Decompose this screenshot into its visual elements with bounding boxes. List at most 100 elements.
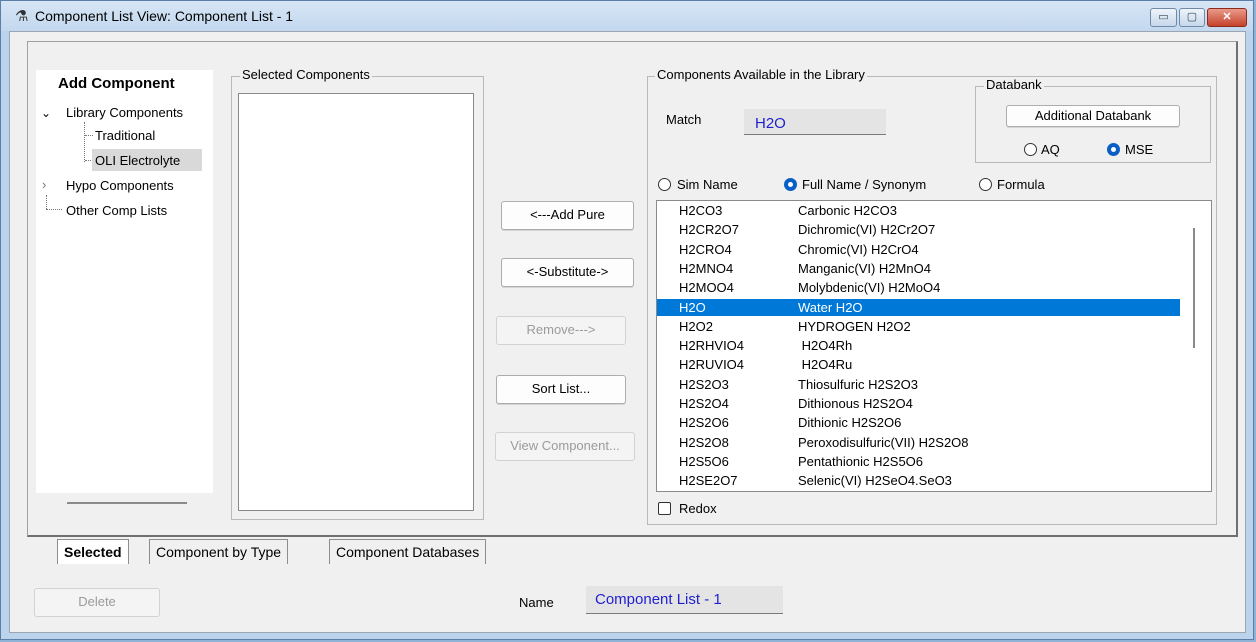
tree-connector bbox=[46, 209, 62, 210]
component-sim-name: H2S2O6 bbox=[679, 415, 729, 431]
formula-radio[interactable] bbox=[979, 178, 992, 191]
sim-name-radio-label: Sim Name bbox=[677, 177, 738, 192]
component-full-name: Dithionic H2S2O6 bbox=[798, 415, 902, 431]
formula-radio-label: Formula bbox=[997, 177, 1045, 192]
list-item[interactable]: H2S5O6 Pentathionic H2S5O6 bbox=[657, 453, 1180, 470]
full-name-radio[interactable] bbox=[784, 178, 797, 191]
maximize-button[interactable]: ▢ bbox=[1179, 8, 1205, 27]
component-sim-name: H2O bbox=[679, 299, 706, 315]
list-item[interactable]: H2MOO4 Molybdenic(VI) H2MoO4 bbox=[657, 279, 1180, 296]
add-pure-button[interactable]: <---Add Pure bbox=[501, 201, 634, 230]
redox-checkbox[interactable] bbox=[658, 502, 671, 515]
component-full-name: H2O4Ru bbox=[798, 357, 853, 373]
hypo-components-chevron-right-icon[interactable]: › bbox=[42, 177, 46, 192]
match-field[interactable]: H2O bbox=[744, 109, 886, 135]
component-full-name: HYDROGEN H2O2 bbox=[798, 318, 911, 334]
view-component-button[interactable]: View Component... bbox=[495, 432, 635, 461]
substitute-button[interactable]: <-Substitute-> bbox=[501, 258, 634, 287]
title-bar[interactable]: ⚗ Component List View: Component List - … bbox=[1, 1, 1253, 31]
list-item[interactable]: H2SE2O7 Selenic(VI) H2SeO4.SeO3 bbox=[657, 472, 1180, 489]
tree-item-library-components[interactable]: Library Components bbox=[66, 105, 183, 120]
additional-databank-button[interactable]: Additional Databank bbox=[1006, 105, 1180, 127]
component-full-name: Molybdenic(VI) H2MoO4 bbox=[798, 280, 941, 296]
close-icon: ✕ bbox=[1222, 11, 1232, 23]
component-full-name: Manganic(VI) H2MnO4 bbox=[798, 260, 931, 276]
component-full-name: Peroxodisulfuric(VII) H2S2O8 bbox=[798, 434, 969, 450]
horizontal-scrollbar-thumb[interactable] bbox=[67, 502, 187, 504]
tab-component-by-type[interactable]: Component by Type bbox=[149, 539, 289, 564]
component-full-name: Thiosulfuric H2S2O3 bbox=[798, 376, 918, 392]
client-area: Add Component ⌄ Library Components Tradi… bbox=[9, 31, 1246, 633]
tree-connector bbox=[85, 135, 93, 136]
databank-label: Databank bbox=[984, 77, 1044, 92]
list-item[interactable]: H2S2O4 Dithionous H2S2O4 bbox=[657, 395, 1180, 412]
component-full-name: Pentathionic H2S5O6 bbox=[798, 453, 924, 469]
component-sim-name: H2CO3 bbox=[679, 203, 723, 218]
aq-radio-label: AQ bbox=[1041, 142, 1060, 157]
list-item[interactable]: H2CO3 Carbonic H2CO3 bbox=[657, 202, 1180, 219]
list-item[interactable]: H2O2 HYDROGEN H2O2 bbox=[657, 318, 1180, 335]
component-full-name: Selenic(VI) H2SeO4.SeO3 bbox=[798, 473, 952, 489]
list-item[interactable]: H2CR2O7 Dichromic(VI) H2Cr2O7 bbox=[657, 221, 1180, 238]
match-field-value: H2O bbox=[755, 115, 786, 132]
delete-button[interactable]: Delete bbox=[34, 588, 160, 617]
component-list-window: ⚗ Component List View: Component List - … bbox=[0, 0, 1254, 640]
component-sim-name: H2S5O6 bbox=[679, 453, 729, 469]
list-item[interactable]: H2S2O8 Peroxodisulfuric(VII) H2S2O8 bbox=[657, 434, 1180, 451]
component-sim-name: H2S2O8 bbox=[679, 434, 729, 450]
component-sim-name: H2MOO4 bbox=[679, 280, 734, 296]
minimize-icon: ▭ bbox=[1158, 11, 1169, 23]
flask-icon: ⚗ bbox=[15, 8, 29, 25]
vertical-scrollbar-thumb[interactable] bbox=[1193, 228, 1195, 348]
component-sim-name: H2RUVIO4 bbox=[679, 357, 745, 373]
library-group-label: Components Available in the Library bbox=[655, 67, 867, 82]
component-sim-name: H2O2 bbox=[679, 318, 713, 334]
sim-name-radio[interactable] bbox=[658, 178, 671, 191]
tab-selected[interactable]: Selected bbox=[57, 539, 129, 564]
tree-item-oli-electrolyte[interactable]: OLI Electrolyte bbox=[95, 153, 180, 168]
list-item[interactable]: H2S2O3 Thiosulfuric H2S2O3 bbox=[657, 376, 1180, 393]
component-sim-name: H2CRO4 bbox=[679, 241, 732, 257]
mse-radio[interactable] bbox=[1107, 143, 1120, 156]
library-components-chevron-down-icon[interactable]: ⌄ bbox=[41, 106, 51, 120]
window-title: Component List View: Component List - 1 bbox=[35, 8, 294, 24]
tree-item-other-comp-lists[interactable]: Other Comp Lists bbox=[66, 203, 167, 218]
mse-radio-label: MSE bbox=[1125, 142, 1154, 157]
tree-connector bbox=[84, 122, 86, 162]
tree-item-traditional[interactable]: Traditional bbox=[95, 128, 155, 143]
selected-components-label: Selected Components bbox=[240, 67, 372, 82]
match-label: Match bbox=[666, 112, 702, 127]
list-item[interactable]: H2RUVIO4 H2O4Ru bbox=[657, 356, 1180, 373]
component-full-name: H2O4Rh bbox=[798, 338, 853, 354]
name-field[interactable]: Component List - 1 bbox=[586, 586, 783, 614]
remove-button[interactable]: Remove---> bbox=[496, 316, 626, 345]
list-item[interactable]: H2O Water H2O bbox=[657, 298, 1180, 316]
name-field-value: Component List - 1 bbox=[595, 591, 722, 608]
add-component-heading: Add Component bbox=[58, 75, 175, 92]
list-item[interactable]: H2RHVIO4 H2O4Rh bbox=[657, 337, 1180, 354]
component-full-name: Dithionous H2S2O4 bbox=[798, 396, 913, 411]
aq-radio[interactable] bbox=[1024, 143, 1037, 156]
component-sim-name: H2MNO4 bbox=[679, 260, 734, 276]
tab-component-databases[interactable]: Component Databases bbox=[329, 539, 487, 564]
redox-checkbox-label: Redox bbox=[679, 501, 717, 516]
name-label: Name bbox=[519, 595, 554, 610]
list-item[interactable]: H2S2O6 Dithionic H2S2O6 bbox=[657, 414, 1180, 431]
close-button[interactable]: ✕ bbox=[1207, 8, 1247, 27]
list-item[interactable]: H2MNO4 Manganic(VI) H2MnO4 bbox=[657, 260, 1180, 277]
component-full-name: Carbonic H2CO3 bbox=[798, 203, 897, 218]
full-name-radio-label: Full Name / Synonym bbox=[802, 177, 927, 192]
sort-list-button[interactable]: Sort List... bbox=[496, 375, 626, 404]
component-full-name: Water H2O bbox=[798, 299, 863, 315]
tree-item-hypo-components[interactable]: Hypo Components bbox=[66, 178, 174, 193]
library-components-list[interactable]: H2CO3 Carbonic H2CO3 H2CR2O7 Dichromic(VI) … bbox=[656, 200, 1212, 492]
minimize-button[interactable]: ▭ bbox=[1150, 8, 1177, 27]
maximize-icon: ▢ bbox=[1186, 11, 1198, 23]
list-item[interactable]: H2CRO4 Chromic(VI) H2CrO4 bbox=[657, 241, 1180, 258]
component-sim-name: H2CR2O7 bbox=[679, 222, 739, 238]
tree-connector bbox=[46, 195, 48, 209]
component-sim-name: H2RHVIO4 bbox=[679, 338, 745, 354]
component-sim-name: H2SE2O7 bbox=[679, 473, 738, 489]
selected-components-list[interactable] bbox=[238, 93, 474, 511]
library-components-rows: H2CO3 Carbonic H2CO3 H2CR2O7 Dichromic(VI) … bbox=[657, 202, 1187, 491]
